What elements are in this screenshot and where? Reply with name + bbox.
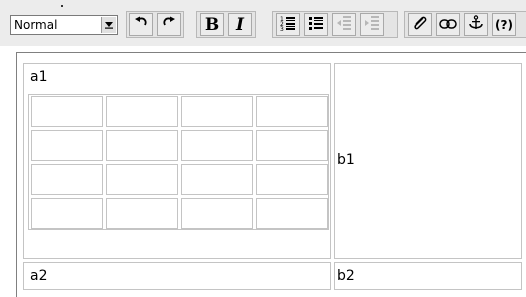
indent-button[interactable] xyxy=(360,13,384,36)
link-button[interactable] xyxy=(436,13,460,36)
history-group xyxy=(126,11,184,38)
nested-table-cell[interactable] xyxy=(106,198,178,229)
cell-a2-text: a2 xyxy=(30,268,48,284)
table-cell-a2[interactable]: a2 xyxy=(23,262,331,290)
nested-table-cell[interactable] xyxy=(181,130,253,161)
format-select[interactable]: Normal xyxy=(10,15,118,35)
nested-table-cell[interactable] xyxy=(31,164,103,195)
cell-b2-text: b2 xyxy=(337,268,355,284)
redo-icon xyxy=(161,15,177,34)
toolbar-dot xyxy=(61,5,63,7)
nested-table-cell[interactable] xyxy=(181,96,253,127)
nested-table-cell[interactable] xyxy=(256,96,328,127)
paperclip-icon xyxy=(412,15,428,35)
anchor-icon xyxy=(468,14,484,35)
chevron-down-icon[interactable] xyxy=(101,17,116,33)
nested-table-cell[interactable] xyxy=(181,164,253,195)
undo-icon xyxy=(133,15,149,34)
unordered-list-icon xyxy=(308,15,324,35)
redo-button[interactable] xyxy=(157,13,181,36)
outdent-icon xyxy=(336,15,352,35)
ordered-list-button[interactable]: 1 2 3 xyxy=(276,13,300,36)
nested-table-cell[interactable] xyxy=(106,164,178,195)
bold-button[interactable]: B xyxy=(200,13,224,36)
cell-b1-text: b1 xyxy=(337,152,355,168)
undo-button[interactable] xyxy=(129,13,153,36)
editor-toolbar: Normal B I 1 2 3 (?) xyxy=(0,0,526,46)
nested-table-cell[interactable] xyxy=(31,130,103,161)
insert-group: (?) xyxy=(404,11,526,38)
nested-table-cell[interactable] xyxy=(106,96,178,127)
italic-button[interactable]: I xyxy=(228,13,252,36)
indent-icon xyxy=(364,15,380,35)
nested-table-cell[interactable] xyxy=(31,198,103,229)
cell-a1-text: a1 xyxy=(30,69,48,85)
nested-table-cell[interactable] xyxy=(256,164,328,195)
list-group: 1 2 3 xyxy=(272,11,398,38)
text-style-group: B I xyxy=(196,11,256,38)
nested-table-cell[interactable] xyxy=(256,198,328,229)
table-cell-b1[interactable]: b1 xyxy=(334,63,522,259)
nested-table[interactable] xyxy=(28,94,329,230)
nested-table-cell[interactable] xyxy=(31,96,103,127)
link-icon xyxy=(439,15,457,34)
nested-table-cell[interactable] xyxy=(256,130,328,161)
table-cell-b2[interactable]: b2 xyxy=(334,262,522,290)
help-button[interactable]: (?) xyxy=(492,13,516,36)
anchor-button[interactable] xyxy=(464,13,488,36)
nested-table-cell[interactable] xyxy=(106,130,178,161)
format-select-value: Normal xyxy=(14,18,58,32)
attach-button[interactable] xyxy=(408,13,432,36)
ordered-list-icon: 1 2 3 xyxy=(280,15,296,35)
nested-table-cell[interactable] xyxy=(181,198,253,229)
svg-text:3: 3 xyxy=(280,26,284,31)
unordered-list-button[interactable] xyxy=(304,13,328,36)
outdent-button[interactable] xyxy=(332,13,356,36)
